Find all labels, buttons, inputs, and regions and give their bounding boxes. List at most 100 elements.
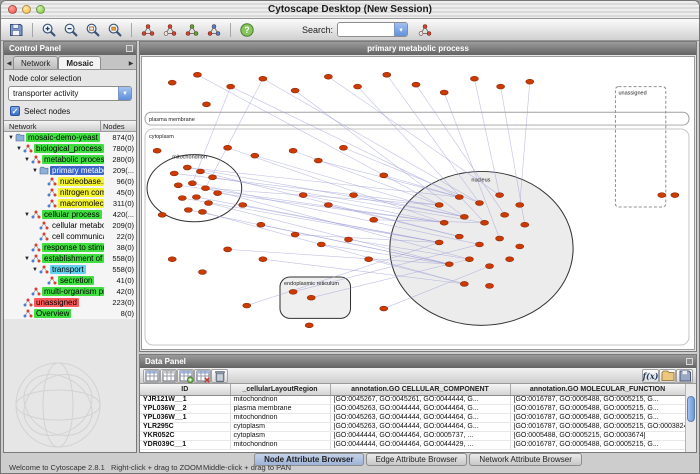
tree-item-nucleobase[interactable]: nucleobase...96(0) bbox=[4, 176, 136, 187]
select-attributes-button[interactable] bbox=[143, 369, 160, 383]
network-node[interactable] bbox=[496, 236, 504, 241]
cell-id[interactable]: YPL036W__2 bbox=[140, 404, 230, 413]
cell-value[interactable]: plasma membrane bbox=[230, 404, 330, 413]
network-node[interactable] bbox=[198, 209, 206, 214]
network-node[interactable] bbox=[324, 203, 332, 208]
network-node[interactable] bbox=[445, 262, 453, 267]
zoom-in-button[interactable] bbox=[39, 20, 59, 39]
tree-item-mosaic-demo-yeast[interactable]: ▼mosaic-demo-yeast874(0) bbox=[4, 132, 136, 143]
cell-id[interactable]: YJR121W__1 bbox=[140, 395, 230, 404]
network-node[interactable] bbox=[460, 214, 468, 219]
table-scrollbar[interactable] bbox=[685, 384, 696, 452]
network-node[interactable] bbox=[259, 257, 267, 262]
cell-id[interactable]: YLR295C bbox=[140, 422, 230, 431]
network-node[interactable] bbox=[305, 323, 313, 328]
cell-value[interactable]: [GO:0016787, GO:0005488, GO:0005215, G..… bbox=[510, 395, 685, 404]
network-node[interactable] bbox=[153, 148, 161, 153]
network-node[interactable] bbox=[658, 193, 666, 198]
expander-icon[interactable]: ▼ bbox=[23, 157, 31, 163]
network-canvas[interactable]: plasma membranecytoplasmmitochondrionnuc… bbox=[141, 56, 695, 350]
network-node[interactable] bbox=[485, 283, 493, 288]
window-titlebar[interactable]: Cytoscape Desktop (New Session) bbox=[1, 1, 699, 19]
search-dropdown-arrow[interactable]: ▾ bbox=[394, 22, 407, 37]
network-node[interactable] bbox=[202, 102, 210, 107]
network-node[interactable] bbox=[412, 82, 420, 87]
cell-value[interactable]: [GO:0016787, GO:0005488, GO:0005215, GO:… bbox=[510, 422, 685, 431]
column-header-id[interactable]: ID bbox=[140, 384, 230, 395]
network-node[interactable] bbox=[480, 220, 488, 225]
tree-item-establishment-of-lo[interactable]: ▼establishment of lo...558(0) bbox=[4, 253, 136, 264]
cell-value[interactable]: [GO:0045263, GO:0044444, GO:0044464, G..… bbox=[330, 422, 510, 431]
tree-item-response-to-stimul[interactable]: response to stimul...38(0) bbox=[4, 242, 136, 253]
tree-item-overview[interactable]: Overview8(0) bbox=[4, 308, 136, 319]
nodes-column-header[interactable]: Nodes bbox=[100, 121, 136, 131]
network-node[interactable] bbox=[435, 240, 443, 245]
network-node[interactable] bbox=[178, 196, 186, 201]
table-row[interactable]: YJR121W__1mitochondrion[GO:0045267, GO:0… bbox=[140, 395, 685, 404]
column-header-annotation-go-cellular-component[interactable]: annotation.GO CELLULAR_COMPONENT bbox=[330, 384, 510, 395]
network-node[interactable] bbox=[455, 234, 463, 239]
network-node[interactable] bbox=[168, 257, 176, 262]
new-attribute-button[interactable] bbox=[177, 369, 194, 383]
column-header-annotation-go-molecular-function[interactable]: annotation.GO MOLECULAR_FUNCTION bbox=[510, 384, 685, 395]
network-node[interactable] bbox=[243, 303, 251, 308]
network-edge[interactable] bbox=[197, 75, 439, 205]
network-node[interactable] bbox=[671, 193, 679, 198]
network-node[interactable] bbox=[521, 222, 529, 227]
cell-value[interactable]: [GO:0044444, GO:0044464, GO:0044429, ... bbox=[330, 440, 510, 449]
tab-mosaic[interactable]: Mosaic bbox=[58, 56, 101, 69]
cell-value[interactable]: [GO:0016787, GO:0005488, GO:0005215, G..… bbox=[510, 413, 685, 422]
table-scrollbar-thumb[interactable] bbox=[687, 396, 695, 422]
network-node[interactable] bbox=[354, 84, 362, 89]
network-node[interactable] bbox=[168, 80, 176, 85]
tab-network[interactable]: Network bbox=[13, 56, 58, 69]
network-node[interactable] bbox=[204, 201, 212, 206]
network-node[interactable] bbox=[158, 212, 166, 217]
network-edge[interactable] bbox=[263, 79, 480, 203]
network-node[interactable] bbox=[475, 242, 483, 247]
tree-item-metabolic-process[interactable]: ▼metabolic process280(0) bbox=[4, 154, 136, 165]
cell-value[interactable]: [GO:0045263, GO:0044444, GO:0044464, G..… bbox=[330, 404, 510, 413]
tree-item-transport[interactable]: ▼transport558(0) bbox=[4, 264, 136, 275]
cell-value[interactable]: mitochondrion bbox=[230, 440, 330, 449]
cell-value[interactable]: mitochondrion bbox=[230, 413, 330, 422]
network-node[interactable] bbox=[506, 257, 514, 262]
cell-value[interactable]: [GO:0045263, GO:0044444, GO:0044464, G..… bbox=[330, 413, 510, 422]
tree-item-multi-organism-pro[interactable]: multi-organism pro...42(0) bbox=[4, 286, 136, 297]
float-data-panel-button[interactable] bbox=[686, 358, 693, 365]
cell-id[interactable]: YDR039C__1 bbox=[140, 440, 230, 449]
network-edge[interactable] bbox=[192, 87, 230, 184]
help-button[interactable]: ? bbox=[237, 20, 257, 39]
table-row[interactable]: YDR039C__1mitochondrion[GO:0044444, GO:0… bbox=[140, 440, 685, 449]
network-node[interactable] bbox=[455, 195, 463, 200]
network-node[interactable] bbox=[307, 295, 315, 300]
network-node[interactable] bbox=[251, 153, 259, 158]
network-node[interactable] bbox=[184, 207, 192, 212]
expander-icon[interactable]: ▼ bbox=[7, 135, 15, 141]
expander-icon[interactable]: ▼ bbox=[23, 256, 31, 262]
cell-id[interactable]: YKR052C bbox=[140, 431, 230, 440]
network-node[interactable] bbox=[314, 158, 322, 163]
network-edge[interactable] bbox=[231, 87, 460, 197]
network-node[interactable] bbox=[516, 244, 524, 249]
export-attributes-button[interactable] bbox=[676, 369, 693, 383]
cell-value[interactable]: [GO:0045267, GO:0045261, GO:0044444, G..… bbox=[330, 395, 510, 404]
tree-item-cellular-metabo[interactable]: cellular metabo...209(0) bbox=[4, 220, 136, 231]
network-node[interactable] bbox=[370, 217, 378, 222]
table-row[interactable]: YPL036W__1mitochondrion[GO:0045263, GO:0… bbox=[140, 413, 685, 422]
cell-value[interactable]: mitochondrion bbox=[230, 395, 330, 404]
network-node[interactable] bbox=[289, 289, 297, 294]
node-color-attribute-dropdown[interactable]: transporter activity ▼ bbox=[8, 86, 132, 101]
table-row[interactable]: YKR052Ccytoplasm[GO:0044444, GO:0044464,… bbox=[140, 431, 685, 440]
cell-value[interactable]: cytoplasm bbox=[230, 431, 330, 440]
network-node[interactable] bbox=[193, 72, 201, 77]
network-view-titlebar[interactable]: primary metabolic process bbox=[140, 42, 696, 55]
float-control-panel-button[interactable] bbox=[126, 45, 133, 52]
cell-id[interactable]: YPL036W__1 bbox=[140, 413, 230, 422]
import-attributes-button[interactable] bbox=[659, 369, 676, 383]
table-row[interactable]: YLR295Ccytoplasm[GO:0045263, GO:0044444,… bbox=[140, 422, 685, 431]
network-node[interactable] bbox=[259, 76, 267, 81]
network-node[interactable] bbox=[475, 201, 483, 206]
tree-item-cell-communica[interactable]: cell communica...22(0) bbox=[4, 231, 136, 242]
tree-item-cellular-process[interactable]: ▼cellular process420(... bbox=[4, 209, 136, 220]
